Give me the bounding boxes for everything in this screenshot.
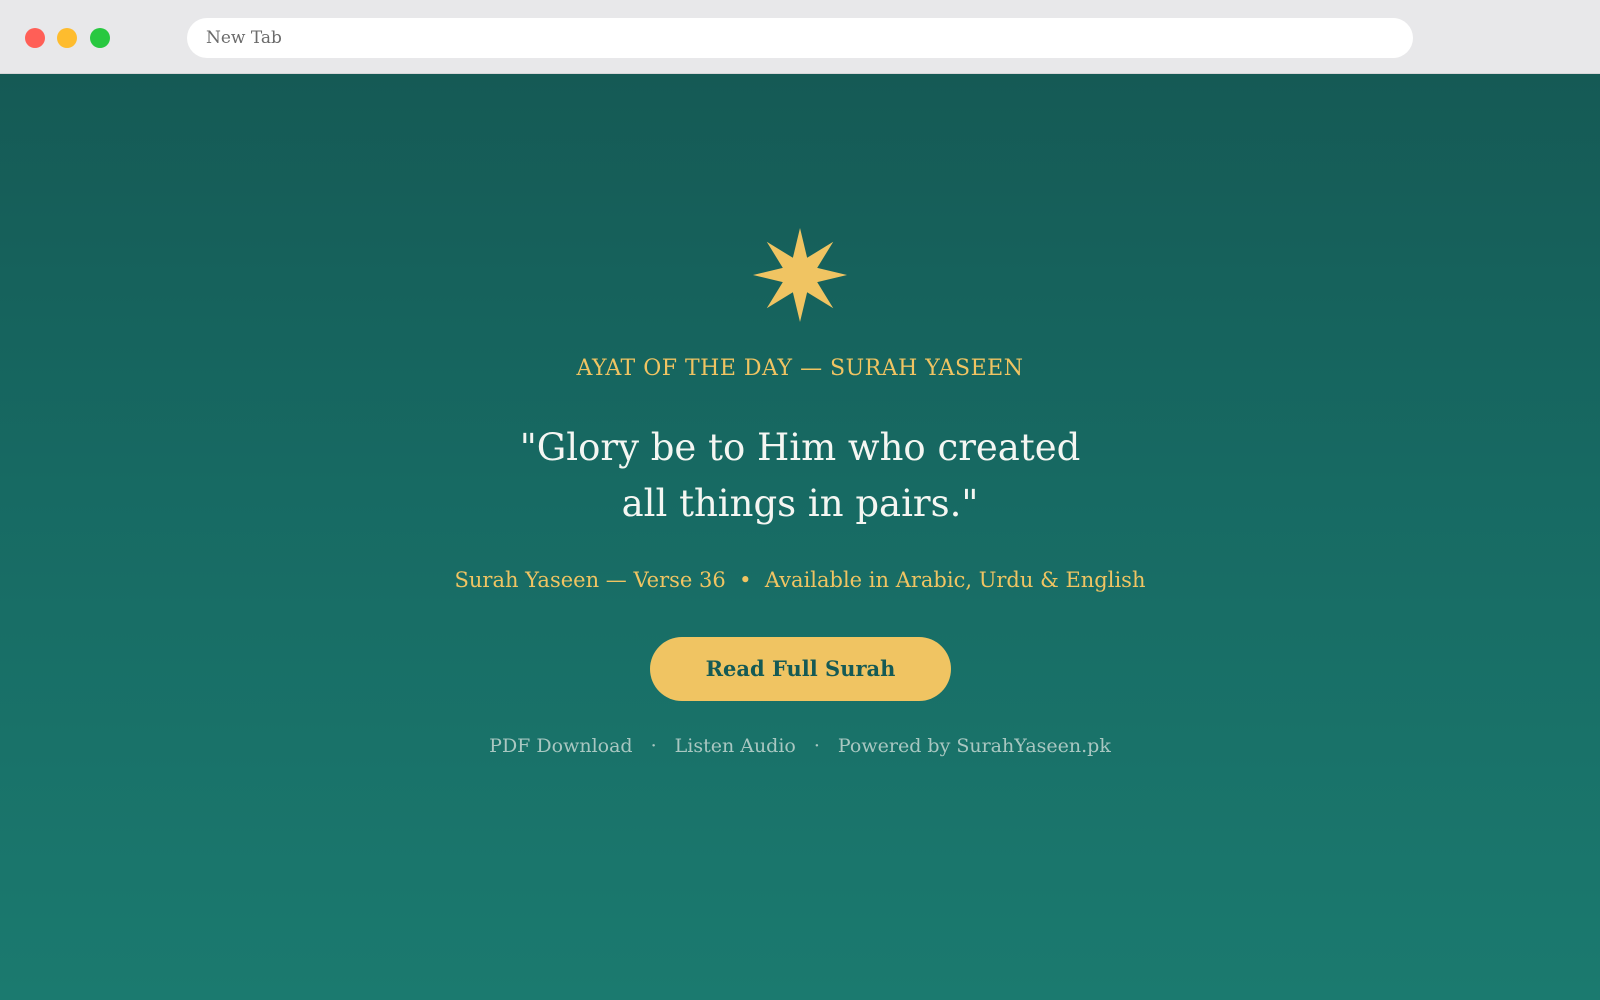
pdf-download-link[interactable]: PDF Download xyxy=(489,735,632,757)
powered-by-link[interactable]: Powered by SurahYaseen.pk xyxy=(838,735,1111,757)
meta-separator: • xyxy=(739,568,752,592)
ayat-of-the-day-page: AYAT OF THE DAY — SURAH YASEEN "Glory be… xyxy=(0,74,1600,1000)
listen-audio-link[interactable]: Listen Audio xyxy=(675,735,796,757)
browser-titlebar: New Tab xyxy=(0,0,1600,74)
verse-quote: "Glory be to Him who created all things … xyxy=(400,420,1200,532)
eight-point-star-icon xyxy=(752,227,848,323)
footer-links: PDF Download · Listen Audio · Powered by Sur… xyxy=(0,735,1600,757)
footer-separator: · xyxy=(813,735,820,757)
footer-separator: · xyxy=(650,735,657,757)
verse-quote-line-2: all things in pairs." xyxy=(621,482,979,525)
verse-quote-line-1: "Glory be to Him who created xyxy=(519,426,1081,469)
maximize-window-button[interactable] xyxy=(90,28,110,48)
minimize-window-button[interactable] xyxy=(57,28,77,48)
section-kicker: AYAT OF THE DAY — SURAH YASEEN xyxy=(576,356,1024,381)
languages-note: Available in Arabic, Urdu & English xyxy=(764,568,1146,592)
read-full-surah-button[interactable]: Read Full Surah xyxy=(650,637,951,701)
close-window-button[interactable] xyxy=(25,28,45,48)
verse-meta: Surah Yaseen — Verse 36 • Available in A… xyxy=(0,568,1600,592)
address-bar[interactable]: New Tab xyxy=(187,18,1413,58)
verse-reference: Surah Yaseen — Verse 36 xyxy=(454,568,726,592)
